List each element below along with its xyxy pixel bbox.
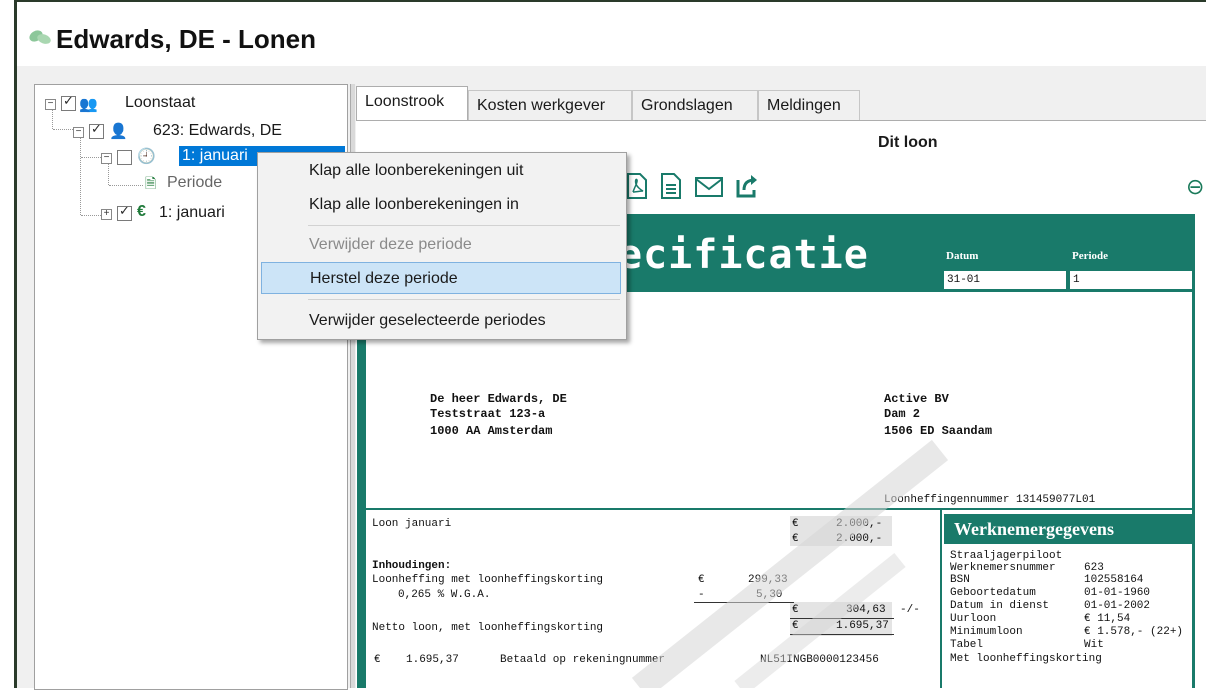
- euro-icon: €: [137, 203, 146, 220]
- loonheffing-value: 299,33: [748, 574, 788, 586]
- underline: [694, 602, 794, 603]
- employer-city: 1506 ED Saandam: [884, 424, 993, 438]
- tab-grondslagen[interactable]: Grondslagen: [632, 90, 758, 120]
- loon-label: Loon januari: [372, 518, 452, 530]
- werknemer-row-value: € 1.578,- (22+): [1084, 626, 1184, 638]
- loonheffing-label: Loonheffing met loonheffingskorting: [372, 574, 604, 586]
- loon-value-2: 2.000,-: [836, 533, 883, 545]
- periode-value: 1: [1070, 271, 1192, 289]
- menu-separator: [308, 299, 620, 300]
- werknemer-row-value: 102558164: [1084, 574, 1144, 586]
- datum-value: 31-01: [944, 271, 1066, 289]
- clock-icon: 🕘: [137, 148, 156, 165]
- tree-checkbox[interactable]: [61, 93, 76, 111]
- employee-city: 1000 AA Amsterdam: [430, 424, 553, 438]
- werknemer-row-value: Wit: [1084, 639, 1104, 651]
- mail-icon[interactable]: [694, 172, 724, 200]
- werknemer-row-value: 01-01-1960: [1084, 587, 1151, 599]
- tab-kosten-werkgever[interactable]: Kosten werkgever: [468, 90, 632, 120]
- euro-sign: €: [792, 604, 799, 616]
- pdf-icon[interactable]: [624, 172, 650, 200]
- menu-item-delete-selected[interactable]: Verwijder geselecteerde periodes: [261, 305, 621, 337]
- werknemer-row-label: BSN: [950, 574, 970, 586]
- iban: NL51INGB0000123456: [760, 654, 879, 666]
- menu-item-delete-period: Verwijder deze periode: [309, 236, 472, 253]
- employer-name: Active BV: [884, 392, 949, 406]
- expand-icon[interactable]: +: [101, 209, 112, 220]
- person-icon: 👤: [109, 123, 128, 140]
- employee-name: De heer Edwards, DE: [430, 392, 567, 406]
- tree-label-period-euro: 1: januari: [159, 204, 225, 221]
- werknemer-row-label: Uurloon: [950, 613, 997, 625]
- werknemer-header: Werknemergegevens: [944, 514, 1194, 544]
- menu-item-restore-period[interactable]: Herstel deze periode: [261, 262, 621, 294]
- leaf-icon: [29, 30, 51, 44]
- subtotal-value: 304,63: [846, 604, 886, 616]
- employer-street: Dam 2: [884, 407, 921, 421]
- euro-sign: €: [698, 574, 705, 586]
- wga-value: 5,30: [756, 589, 783, 601]
- tree-checkbox[interactable]: [117, 203, 132, 221]
- werknemer-row-value: 01-01-2002: [1084, 600, 1151, 612]
- periode-label: Periode: [1072, 250, 1109, 262]
- werknemer-function: Straaljagerpiloot: [950, 550, 1063, 562]
- underline: [790, 618, 894, 619]
- werknemer-korting: Met loonheffingskorting: [950, 653, 1102, 665]
- euro-sign: €: [792, 620, 799, 632]
- werknemer-row-label: Minimumloon: [950, 626, 1023, 638]
- panel-title: Dit loon: [878, 134, 938, 151]
- tab-loonstrook[interactable]: Loonstrook: [356, 86, 468, 120]
- document-icon: 🗎: [145, 175, 157, 191]
- divider: [366, 508, 1192, 510]
- euro-sign: €: [792, 518, 799, 530]
- werknemer-row-value: € 11,54: [1084, 613, 1131, 625]
- tree-checkbox[interactable]: [89, 121, 104, 139]
- document-icon[interactable]: [658, 172, 684, 200]
- menu-separator: [308, 225, 620, 226]
- collapse-icon[interactable]: −: [45, 99, 56, 110]
- tree-label-periode: Periode: [167, 174, 223, 191]
- subtotal-suffix: -/-: [900, 604, 920, 616]
- paid-amount: 1.695,37: [406, 654, 459, 666]
- minus-sign: -: [698, 589, 705, 601]
- werknemer-row-value: 623: [1084, 562, 1104, 574]
- werknemer-row-label: Werknemersnummer: [950, 562, 1056, 574]
- menu-item-collapse-all[interactable]: Klap alle loonberekeningen in: [261, 189, 621, 221]
- collapse-icon[interactable]: −: [101, 153, 112, 164]
- window-title: Edwards, DE - Lonen: [56, 24, 317, 54]
- werknemer-row-label: Tabel: [950, 639, 984, 651]
- werknemer-row-label: Datum in dienst: [950, 600, 1050, 612]
- context-menu: Klap alle loonberekeningen uit Klap alle…: [257, 152, 627, 340]
- menu-item-expand-all[interactable]: Klap alle loonberekeningen uit: [261, 155, 621, 187]
- euro-sign: €: [792, 533, 799, 545]
- inhoudingen-label: Inhoudingen:: [372, 560, 452, 572]
- tab-meldingen[interactable]: Meldingen: [758, 90, 860, 120]
- payslip-title: ecificatie: [618, 232, 869, 278]
- netto-label: Netto loon, met loonheffingskorting: [372, 622, 604, 634]
- divider: [940, 508, 942, 688]
- underline: [790, 634, 894, 635]
- werknemer-row-label: Geboortedatum: [950, 587, 1036, 599]
- wga-label: 0,265 % W.G.A.: [398, 589, 491, 601]
- collapse-icon[interactable]: −: [73, 127, 84, 138]
- tree-label-employee: 623: Edwards, DE: [153, 122, 282, 139]
- netto-value: 1.695,37: [836, 620, 889, 632]
- employee-street: Teststraat 123-a: [430, 407, 546, 421]
- datum-label: Datum: [946, 250, 979, 262]
- loonheffingennummer: Loonheffingennummer 131459077L01: [884, 494, 1096, 506]
- loon-value-1: 2.000,-: [836, 518, 883, 530]
- tree-checkbox[interactable]: [117, 150, 132, 165]
- group-icon: 👥: [79, 96, 98, 113]
- euro-sign: €: [374, 654, 381, 666]
- paid-label: Betaald op rekeningnummer: [500, 654, 666, 666]
- share-icon[interactable]: [734, 172, 760, 200]
- zoom-out-icon[interactable]: ⊖: [1186, 174, 1204, 200]
- tree-label-root: Loonstaat: [125, 94, 196, 111]
